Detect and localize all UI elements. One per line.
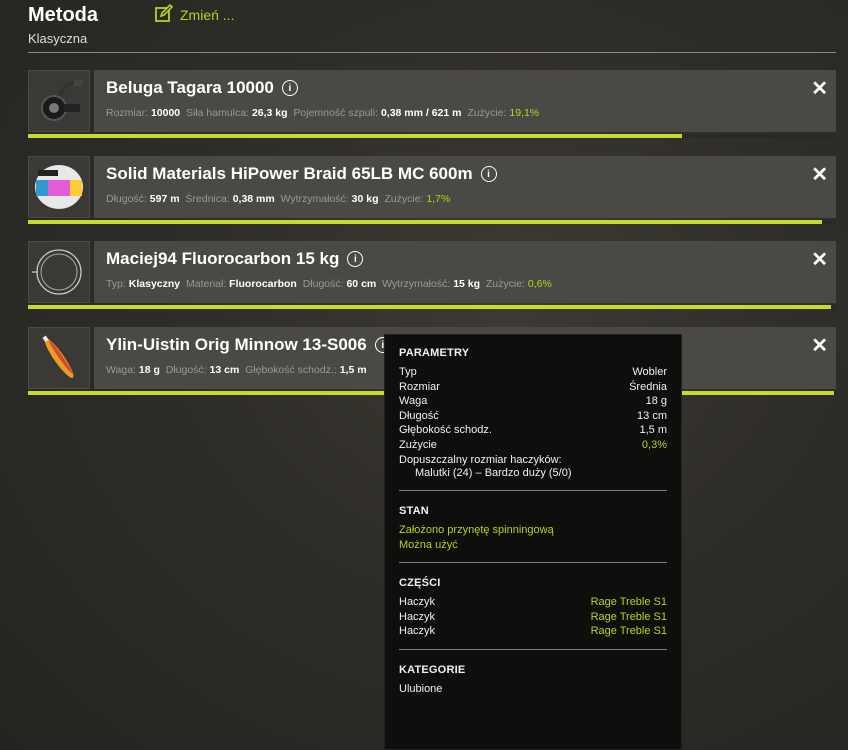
change-method-label: Zmień ...	[180, 6, 235, 23]
stat-label: Siła hamulca:	[185, 107, 250, 119]
param-row: Rozmiar Średnia	[399, 380, 667, 393]
lure-name: Ylin-Uistin Orig Minnow 13-S006	[106, 335, 367, 354]
stat-value: 30 kg	[351, 193, 379, 205]
condition-bar	[28, 134, 836, 138]
info-icon[interactable]: i	[347, 251, 364, 267]
item-name: Ylin-Uistin Orig Minnow 13-S006 i	[106, 335, 391, 355]
leader-panel: Maciej94 Fluorocarbon 15 kg i Typ: Klasy…	[94, 241, 836, 303]
condition-bar	[28, 305, 836, 309]
lure-thumbnail	[28, 327, 90, 389]
state-line: Można użyć	[399, 538, 458, 551]
stat-label: Długość:	[106, 193, 147, 205]
condition-bar-fill	[28, 305, 832, 309]
stat-value: 26,3 kg	[251, 107, 288, 119]
edit-icon	[154, 3, 174, 26]
params-title: PARAMETRY	[399, 347, 470, 359]
state-title: STAN	[399, 505, 429, 517]
part-row: Haczyk Rage Treble S1	[399, 610, 667, 623]
stat-label: Materiał:	[185, 278, 227, 290]
stat-value: 0,38 mm	[232, 193, 275, 205]
stat-value: 0,38 mm / 621 m	[380, 107, 462, 119]
stat-label: Pojemność szpuli:	[293, 107, 379, 119]
stat-label: Zużycie:	[485, 278, 525, 290]
stat-label: Wytrzymałość:	[280, 193, 349, 205]
stat-value: 60 cm	[346, 278, 377, 290]
line-name: Solid Materials HiPower Braid 65LB MC 60…	[106, 164, 473, 183]
wear-value: 1,7%	[426, 193, 451, 205]
remove-item-icon[interactable]: ✕	[811, 76, 828, 101]
param-row: Głębokość schodz. 1,5 m	[399, 424, 667, 436]
condition-bar-fill	[28, 220, 823, 224]
wear-value: 19,1%	[509, 107, 540, 119]
method-subtitle: Klasyczna	[28, 31, 88, 46]
param-row: Typ Wobler	[399, 366, 667, 378]
leader-thumbnail	[28, 241, 90, 303]
tackle-slot-leader[interactable]: Maciej94 Fluorocarbon 15 kg i Typ: Klasy…	[28, 241, 836, 309]
stat-label: Typ:	[106, 278, 126, 290]
stat-label: Waga:	[106, 364, 136, 376]
remove-item-icon[interactable]: ✕	[811, 247, 828, 272]
reel-panel: Beluga Tagara 10000 i Rozmiar: 10000 Sił…	[94, 70, 836, 132]
stat-label: Długość:	[165, 364, 207, 376]
hook-size-value: Malutki (24) – Bardzo duży (5/0)	[415, 467, 572, 479]
remove-item-icon[interactable]: ✕	[811, 162, 828, 187]
stat-value: 1,5 m	[339, 364, 367, 376]
line-panel: Solid Materials HiPower Braid 65LB MC 60…	[94, 156, 836, 218]
hook-size-label: Dopuszczalny rozmiar haczyków:	[399, 454, 562, 466]
divider	[399, 562, 667, 563]
reel-name: Beluga Tagara 10000	[106, 78, 274, 97]
stat-label: Długość:	[302, 278, 344, 290]
remove-item-icon[interactable]: ✕	[811, 333, 828, 358]
param-row: Waga 18 g	[399, 395, 667, 407]
categories-title: KATEGORIE	[399, 663, 466, 676]
part-row: Haczyk Rage Treble S1	[399, 625, 667, 637]
info-icon[interactable]: i	[480, 166, 497, 182]
change-method-button[interactable]: Zmień ...	[154, 3, 234, 26]
condition-bar	[28, 220, 836, 224]
category-value: Ulubione	[399, 682, 443, 695]
leader-name: Maciej94 Fluorocarbon 15 kg	[106, 249, 340, 268]
item-stats: Typ: Klasyczny Materiał: Fluorocarbon Dł…	[106, 278, 552, 290]
parts-title: CZĘŚCI	[399, 577, 441, 589]
hook-size-note: Dopuszczalny rozmiar haczyków: Malutki (…	[399, 454, 667, 480]
stat-value: 18 g	[138, 364, 160, 376]
item-name: Maciej94 Fluorocarbon 15 kg i	[106, 249, 364, 269]
stat-value: 13 cm	[209, 364, 240, 376]
line-spool-thumbnail	[28, 156, 90, 218]
method-title: Metoda	[28, 4, 98, 26]
stat-label: Wytrzymałość:	[382, 278, 451, 290]
item-stats: Długość: 597 m Średnica: 0,38 mm Wytrzym…	[106, 193, 450, 205]
item-name: Solid Materials HiPower Braid 65LB MC 60…	[106, 164, 497, 184]
tackle-slot-line[interactable]: Solid Materials HiPower Braid 65LB MC 60…	[28, 156, 836, 224]
stat-label: Zużycie:	[467, 107, 507, 119]
state-line: Założono przynętę spinningową	[399, 524, 554, 536]
stat-value: 10000	[150, 107, 181, 119]
stat-value: Fluorocarbon	[229, 278, 297, 290]
stat-label: Głębokość schodz.:	[245, 364, 337, 376]
reel-thumbnail	[28, 70, 90, 132]
item-name: Beluga Tagara 10000 i	[106, 78, 298, 98]
item-stats: Rozmiar: 10000 Siła hamulca: 26,3 kg Poj…	[106, 107, 539, 119]
divider	[399, 490, 667, 491]
condition-bar-fill	[28, 134, 682, 138]
param-row: Długość 13 cm	[399, 409, 667, 422]
param-row: Zużycie 0,3%	[399, 438, 667, 451]
lure-details-tooltip: PARAMETRY Typ Wobler Rozmiar Średnia Waga 1…	[384, 334, 682, 750]
stat-value: 597 m	[149, 193, 180, 205]
info-icon[interactable]: i	[281, 80, 298, 96]
item-stats: Waga: 18 g Długość: 13 cm Głębokość scho…	[106, 364, 367, 376]
divider	[399, 648, 667, 650]
stat-label: Rozmiar:	[106, 107, 149, 119]
tackle-slot-reel[interactable]: Beluga Tagara 10000 i Rozmiar: 10000 Sił…	[28, 70, 836, 138]
method-header: Metoda Klasyczna Zmień ...	[28, 0, 836, 53]
stat-value: Klasyczny	[128, 278, 181, 290]
part-row: Haczyk Rage Treble S1	[399, 596, 667, 608]
stat-label: Średnica:	[185, 193, 230, 205]
stat-value: 15 kg	[453, 278, 481, 290]
wear-value: 0,6%	[527, 278, 552, 290]
stat-label: Zużycie:	[384, 193, 424, 205]
